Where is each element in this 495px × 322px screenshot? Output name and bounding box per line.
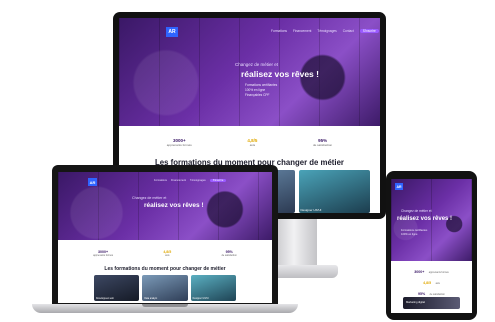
site-logo[interactable]: AR	[88, 178, 97, 186]
stats-bar: 3000+ apprenants formés 4,8/5 avis 95% d…	[391, 265, 472, 298]
course-card[interactable]: Marketing digital	[403, 297, 460, 309]
stat-item: 4,8/5 avis	[423, 281, 440, 285]
main-nav: Formations Financement Témoignages S'ins…	[154, 179, 227, 182]
site-logo[interactable]: AR	[166, 27, 178, 37]
nav-item[interactable]: Témoignages	[190, 179, 206, 182]
hero-banner: AR Formations Financement Témoignages Co…	[119, 18, 380, 126]
hero-title: réalisez vos rêves !	[397, 216, 453, 222]
stats-bar: 3000+ apprenants formés 4,8/5 avis 95% d…	[68, 244, 262, 262]
hero-bullets: Formations certifiantes 100% en ligne	[401, 229, 427, 237]
laptop-notch	[142, 304, 188, 307]
hero-bullet: 100% en ligne	[401, 233, 418, 236]
hero-banner: AR Changez de métier et réalisez vos rêv…	[391, 179, 472, 261]
nav-item[interactable]: Contact	[343, 29, 354, 33]
tablet: AR Changez de métier et réalisez vos rêv…	[386, 171, 477, 320]
nav-item[interactable]: Financement	[293, 29, 311, 33]
device-mockup-scene: AR Formations Financement Témoignages Co…	[0, 0, 495, 322]
nav-signup-button[interactable]: S'inscrire	[209, 179, 227, 182]
stat-item: 3000+ apprenants formés	[166, 137, 192, 147]
hero-banner: AR Formations Financement Témoignages S'…	[58, 172, 272, 240]
course-card[interactable]: Développeur web	[94, 275, 140, 301]
site-logo[interactable]: AR	[395, 183, 403, 190]
stat-item: 4,8/5 avis	[247, 137, 258, 147]
section-title: Les formations du moment pour changer de…	[104, 266, 226, 272]
stat-item: 95% de satisfaction	[313, 137, 333, 147]
stat-item: 95% de satisfaction	[221, 249, 237, 257]
hero-bullets: Formations certifiantes 100% en ligne Fi…	[245, 83, 277, 98]
hero-title: réalisez vos rêves !	[241, 69, 319, 79]
hero-subtitle: Changez de métier et	[401, 209, 432, 213]
stats-bar: 3000+ apprenants formés 4,8/5 avis 95% d…	[139, 129, 360, 155]
laptop: AR Formations Financement Témoignages S'…	[52, 165, 278, 307]
main-nav: Formations Financement Témoignages Conta…	[271, 29, 379, 33]
hero-bullet: Finançables CPF	[245, 93, 270, 97]
hero-subtitle: Changez de métier et	[235, 62, 279, 67]
nav-signup-button[interactable]: S'inscrire	[359, 29, 379, 33]
course-card[interactable]: Data analyst	[142, 275, 188, 301]
nav-item[interactable]: Formations	[271, 29, 287, 33]
stat-item: 4,8/5 avis	[163, 249, 172, 257]
monitor-stand	[275, 219, 317, 271]
nav-item[interactable]: Formations	[154, 179, 167, 182]
course-card[interactable]: Designer UX/UI	[298, 170, 370, 213]
stat-item: 3000+ apprenants formés	[93, 249, 114, 257]
laptop-screen: AR Formations Financement Témoignages S'…	[58, 172, 272, 303]
nav-item[interactable]: Financement	[171, 179, 186, 182]
hero-title: réalisez vos rêves !	[144, 202, 204, 209]
hero-subtitle: Changez de métier et	[132, 196, 167, 200]
tablet-screen: AR Changez de métier et réalisez vos rêv…	[391, 179, 472, 313]
course-cards: Développeur web Data analyst Designer UX…	[94, 275, 236, 301]
course-card[interactable]: Designer UX/UI	[190, 275, 236, 301]
nav-item[interactable]: Témoignages	[317, 29, 336, 33]
